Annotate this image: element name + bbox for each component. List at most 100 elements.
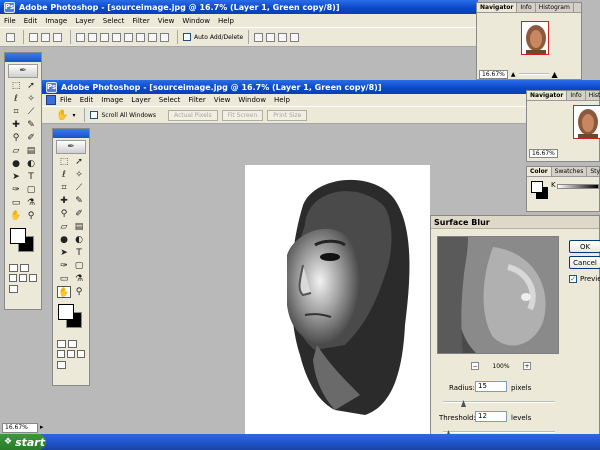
zoom-icon[interactable]: ⚲ — [24, 210, 38, 222]
screen-mode-full-menu-icon[interactable] — [67, 350, 75, 358]
pen-icon[interactable] — [76, 32, 85, 42]
screen-mode-full-icon[interactable] — [29, 274, 37, 282]
eyedropper-icon[interactable]: ⚗ — [24, 197, 38, 209]
zoom-out-icon[interactable]: ▲ — [511, 71, 516, 78]
jump-to-imageready-icon[interactable] — [9, 285, 18, 293]
auto-add-delete-checkbox[interactable] — [183, 33, 191, 41]
path-select-icon[interactable]: ➤ — [9, 171, 23, 183]
menu-filter[interactable]: Filter — [132, 17, 149, 25]
menu-layer[interactable]: Layer — [75, 17, 95, 25]
type-icon[interactable]: T — [24, 171, 38, 183]
path-select-icon[interactable]: ➤ — [57, 247, 71, 259]
screen-mode-full-menu-icon[interactable] — [19, 274, 27, 282]
pen-icon[interactable]: ✑ — [9, 184, 23, 196]
color-fg-swatch[interactable] — [531, 181, 543, 193]
rectangle-icon[interactable] — [100, 32, 109, 42]
blur-icon[interactable]: ● — [57, 234, 71, 246]
menu-file[interactable]: File — [4, 17, 16, 25]
hand-icon[interactable]: ✋ — [9, 210, 23, 222]
tab-info[interactable]: Info — [567, 91, 586, 100]
tab-navigator[interactable]: Navigator — [527, 91, 568, 100]
menu-image[interactable]: Image — [101, 96, 123, 104]
tab-navigator[interactable]: Navigator — [477, 3, 518, 12]
type-icon[interactable]: T — [72, 247, 86, 259]
document-canvas[interactable] — [245, 165, 430, 450]
path-add-icon[interactable] — [254, 32, 264, 42]
custom-shape-icon[interactable] — [160, 32, 169, 42]
foreground-color[interactable] — [58, 304, 74, 320]
move-icon[interactable]: ➚ — [72, 156, 86, 168]
marquee-icon[interactable]: ⬚ — [57, 156, 71, 168]
menu-select[interactable]: Select — [159, 96, 181, 104]
wand-icon[interactable]: ✧ — [24, 93, 38, 105]
stamp-icon[interactable]: ⚲ — [57, 208, 71, 220]
screen-mode-standard-icon[interactable] — [9, 274, 17, 282]
threshold-slider[interactable] — [443, 431, 555, 433]
rounded-rectangle-icon[interactable] — [112, 32, 121, 42]
radius-input[interactable]: 15 — [475, 381, 507, 392]
preset-dropdown-icon[interactable]: ▾ — [72, 112, 75, 119]
radius-slider[interactable] — [443, 401, 555, 403]
menu-edit[interactable]: Edit — [24, 17, 38, 25]
history-brush-icon[interactable]: ✐ — [24, 132, 38, 144]
color-swatches[interactable] — [8, 226, 38, 260]
gradient-icon[interactable]: ▤ — [24, 145, 38, 157]
quick-mask-icon[interactable] — [20, 264, 29, 272]
path-intersect-icon[interactable] — [278, 32, 288, 42]
brush-icon[interactable]: ✎ — [24, 119, 38, 131]
shape-layers-icon[interactable] — [29, 32, 38, 42]
front-window-titlebar[interactable]: Ps Adobe Photoshop - [sourceimage.jpg @ … — [42, 80, 600, 94]
start-button[interactable]: ❖ start — [0, 434, 46, 450]
fill-pixels-icon[interactable] — [53, 32, 62, 42]
toolbox-titlebar[interactable] — [5, 53, 41, 62]
zoom-in-icon[interactable]: ▲ — [552, 70, 558, 79]
print-size-button[interactable]: Print Size — [267, 109, 308, 121]
navigator-zoom-value[interactable]: 16.67% — [479, 69, 508, 79]
shape-icon[interactable]: ▢ — [72, 260, 86, 272]
heal-icon[interactable]: ✚ — [57, 195, 71, 207]
cancel-button[interactable]: Cancel — [569, 256, 600, 269]
gradient-icon[interactable]: ▤ — [72, 221, 86, 233]
eraser-icon[interactable]: ▱ — [57, 221, 71, 233]
brush-icon[interactable]: ✎ — [72, 195, 86, 207]
color-swatches[interactable] — [56, 302, 86, 336]
status-zoom-value[interactable]: 16.67% — [2, 423, 38, 433]
pen-icon[interactable]: ✑ — [57, 260, 71, 272]
menu-window[interactable]: Window — [238, 96, 266, 104]
move-icon[interactable]: ➚ — [24, 80, 38, 92]
menu-help[interactable]: Help — [274, 96, 290, 104]
navigator-zoom-value[interactable]: 16.67% — [529, 149, 558, 158]
threshold-input[interactable]: 12 — [475, 411, 507, 422]
wand-icon[interactable]: ✧ — [72, 169, 86, 181]
navigator-thumbnail[interactable] — [573, 105, 600, 139]
menu-window[interactable]: Window — [182, 17, 210, 25]
menu-filter[interactable]: Filter — [188, 96, 205, 104]
preview-zoom-out-button[interactable]: − — [471, 362, 479, 370]
menu-file[interactable]: File — [60, 96, 72, 104]
foreground-color[interactable] — [10, 228, 26, 244]
ok-button[interactable]: OK — [569, 240, 600, 253]
lasso-icon[interactable]: ℓ — [57, 169, 71, 181]
quick-mask-icon[interactable] — [68, 340, 77, 348]
pen-tool-preset-icon[interactable] — [6, 32, 15, 42]
path-subtract-icon[interactable] — [266, 32, 276, 42]
feather-logo-icon[interactable]: ✒ — [8, 64, 38, 78]
standard-mode-icon[interactable] — [57, 340, 66, 348]
stamp-icon[interactable]: ⚲ — [9, 132, 23, 144]
line-icon[interactable] — [148, 32, 157, 42]
preview-checkbox[interactable]: ✓ — [569, 275, 577, 283]
hand-tool-icon[interactable]: ✋ — [56, 110, 68, 121]
navigator-zoom-slider[interactable] — [518, 73, 549, 75]
history-brush-icon[interactable]: ✐ — [72, 208, 86, 220]
menu-layer[interactable]: Layer — [131, 96, 151, 104]
eraser-icon[interactable]: ▱ — [9, 145, 23, 157]
eyedropper-icon[interactable]: ⚗ — [72, 273, 86, 285]
shape-icon[interactable]: ▢ — [24, 184, 38, 196]
zoom-icon[interactable]: ⚲ — [72, 286, 86, 298]
notes-icon[interactable]: ▭ — [57, 273, 71, 285]
tab-swatches[interactable]: Swatches — [552, 167, 588, 176]
tab-histogram[interactable]: Histogram — [536, 3, 574, 12]
paths-icon[interactable] — [41, 32, 50, 42]
tab-styles[interactable]: Styles — [587, 167, 600, 176]
tab-color[interactable]: Color — [527, 167, 552, 176]
